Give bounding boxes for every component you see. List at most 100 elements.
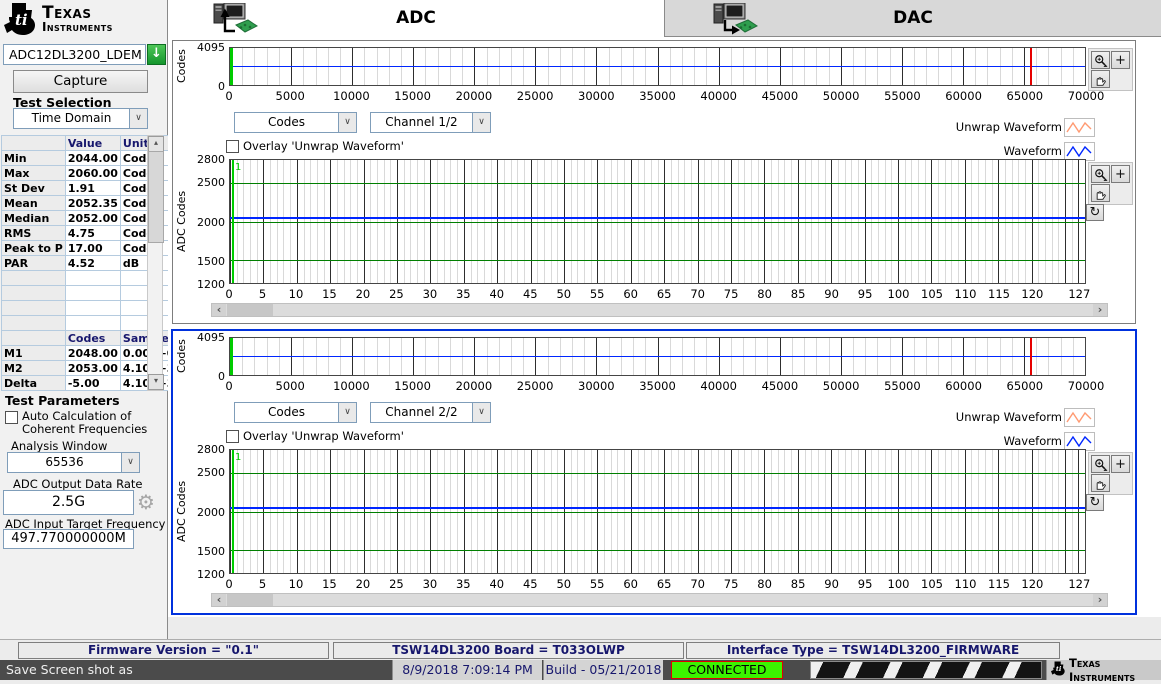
x-tick-label: 65000 <box>997 89 1053 103</box>
channel-dropdown[interactable]: Channel 1/2 ∨ <box>370 112 491 133</box>
row-label-cell <box>2 316 66 331</box>
column-header-cell <box>2 331 66 346</box>
rescale-tool-button[interactable]: ↻ <box>1086 494 1104 511</box>
capture-button[interactable]: Capture <box>13 70 148 93</box>
overview-waveform-plot[interactable] <box>229 337 1086 376</box>
column-header-cell <box>2 136 66 151</box>
test-selection-value: Time Domain <box>14 109 129 128</box>
channel1-panel: Codes 40950 0500010000150002000025000300… <box>172 40 1136 324</box>
row-label-cell <box>2 301 66 316</box>
device-selector[interactable]: ADC12DL3200_LDEM <box>3 44 146 65</box>
chevron-down-icon: ∨ <box>338 113 356 132</box>
x-tick-label: 45000 <box>752 89 808 103</box>
chevron-down-icon: ∨ <box>472 113 490 132</box>
chevron-down-icon: ∨ <box>129 109 147 128</box>
scroll-left-button[interactable]: ‹ <box>212 594 226 606</box>
main-y-tick-labels: 28002500200015001200 <box>191 449 227 574</box>
legend-unwrap-waveform[interactable]: Unwrap Waveform <box>773 407 1095 427</box>
status-bar-bottom: Save Screen shot as 8/9/2018 7:09:14 PM … <box>0 660 1161 680</box>
row-label-cell: Median <box>2 211 66 226</box>
x-tick-label: 127 <box>1051 287 1107 301</box>
cursor-tool-button[interactable]: + <box>1111 455 1130 473</box>
scroll-right-button[interactable]: › <box>1093 594 1107 606</box>
analysis-window-dropdown[interactable]: 65536 ∨ <box>7 452 140 473</box>
scroll-left-button[interactable]: ‹ <box>212 304 226 316</box>
rescale-tool-button[interactable]: ↻ <box>1086 204 1104 221</box>
adc-output-rate-input[interactable]: 2.5G <box>3 490 134 515</box>
cursor-tool-button[interactable]: + <box>1111 51 1130 69</box>
save-screenshot-label[interactable]: Save Screen shot as <box>6 660 133 680</box>
zoom-tool-button[interactable] <box>1091 51 1110 69</box>
scroll-up-button[interactable]: ▴ <box>148 136 164 152</box>
units-dropdown[interactable]: Codes ∨ <box>234 112 357 133</box>
table-scrollbar-thumb[interactable] <box>148 151 164 243</box>
waveform-plot[interactable]: 1 <box>229 449 1086 574</box>
overview-waveform-plot[interactable] <box>229 47 1086 86</box>
x-tick-label: 70000 <box>1058 89 1114 103</box>
row-label-cell <box>2 271 66 286</box>
channel2-panel: Codes 40950 0500010000150002000025000300… <box>171 329 1137 615</box>
tab-adc-label: ADC <box>168 0 664 36</box>
x-tick-label: 127 <box>1051 577 1107 591</box>
chevron-down-icon: ∨ <box>121 453 139 472</box>
units-value: Codes <box>235 113 338 132</box>
cursor-tool-button[interactable]: + <box>1111 165 1130 183</box>
column-header-cell: Codes <box>65 331 120 346</box>
ti-brand-text: Texas Instruments <box>42 6 113 33</box>
x-tick-label: 35000 <box>630 89 686 103</box>
x-tick-label: 30000 <box>568 89 624 103</box>
test-selection-dropdown[interactable]: Time Domain ∨ <box>13 108 148 129</box>
overlay-unwrap-checkbox[interactable] <box>226 140 239 153</box>
pan-tool-button[interactable] <box>1091 184 1110 202</box>
scroll-down-button[interactable]: ▾ <box>148 374 164 390</box>
overlay-unwrap-checkbox[interactable] <box>226 430 239 443</box>
tab-bar: ADC DAC <box>168 0 1161 38</box>
legend-waveform[interactable]: Waveform <box>773 431 1095 451</box>
y-tick-label: 2800 <box>197 153 225 166</box>
x-tick-label: 60000 <box>936 89 992 103</box>
row-label-cell: Delta <box>2 376 66 391</box>
adc-input-freq-input[interactable]: 497.770000000M <box>3 529 134 549</box>
plot-horizontal-scrollbar[interactable]: ‹ › <box>211 303 1108 317</box>
x-tick-label: 25000 <box>507 379 563 393</box>
y-tick-label: 4095 <box>197 41 225 54</box>
waveform-plot[interactable]: 1 <box>229 159 1086 284</box>
scroll-right-button[interactable]: › <box>1093 304 1107 316</box>
pan-tool-button[interactable] <box>1091 70 1110 88</box>
row-label-cell <box>2 286 66 301</box>
legend-waveform[interactable]: Waveform <box>773 141 1095 161</box>
row-label-cell: Peak to P <box>2 241 66 256</box>
row-label-cell: St Dev <box>2 181 66 196</box>
tab-dac[interactable]: DAC <box>665 0 1161 37</box>
sidebar: ti Texas Instruments ADC12DL3200_LDEM ↓ … <box>0 0 168 639</box>
channel-dropdown[interactable]: Channel 2/2 ∨ <box>370 402 491 423</box>
brand-line1: Texas <box>42 6 113 21</box>
pan-tool-button[interactable] <box>1091 474 1110 492</box>
table-scrollbar[interactable]: ▴ ▾ <box>147 135 163 391</box>
x-tick-label: 45000 <box>752 379 808 393</box>
x-tick-label: 20000 <box>446 379 502 393</box>
load-device-button[interactable]: ↓ <box>147 44 166 65</box>
row-label-cell: M2 <box>2 361 66 376</box>
legend-label: Waveform <box>1004 434 1062 448</box>
gear-icon[interactable]: ⚙ <box>137 491 155 513</box>
plot-horizontal-scrollbar[interactable]: ‹ › <box>211 593 1108 607</box>
zoom-tool-button[interactable] <box>1091 455 1110 473</box>
y-tick-label: 2800 <box>197 443 225 456</box>
x-tick-label: 5000 <box>262 379 318 393</box>
auto-calc-label: Auto Calculation of Coherent Frequencies <box>22 410 148 436</box>
zoom-tool-button[interactable] <box>1091 165 1110 183</box>
strip-x-tick-labels: 0500010000150002000025000300003500040000… <box>229 89 1086 102</box>
scrollbar-thumb[interactable] <box>227 304 273 316</box>
legend-label: Unwrap Waveform <box>956 410 1062 424</box>
y-tick-label: 1500 <box>197 255 225 268</box>
cursor-label: 1 <box>235 162 241 173</box>
ti-logo-icon: ti <box>4 2 38 39</box>
units-dropdown[interactable]: Codes ∨ <box>234 402 357 423</box>
auto-calc-checkbox[interactable] <box>5 411 18 424</box>
scrollbar-thumb[interactable] <box>227 594 273 606</box>
tab-adc[interactable]: ADC <box>168 0 665 38</box>
x-tick-label: 25000 <box>507 89 563 103</box>
value-cell <box>65 286 120 301</box>
legend-unwrap-waveform[interactable]: Unwrap Waveform <box>773 117 1095 137</box>
